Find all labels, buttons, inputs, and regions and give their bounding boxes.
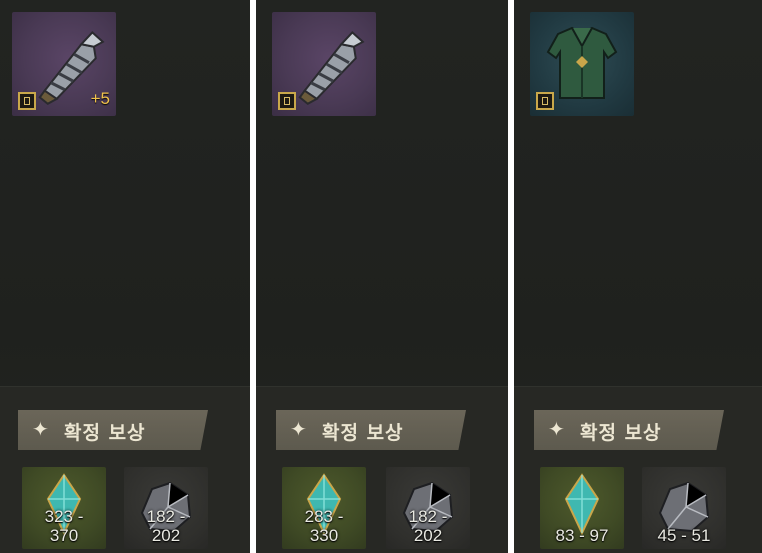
reward-slot-ore[interactable]: 182 - 202 xyxy=(124,467,208,549)
reward-quantity: 182 - 202 xyxy=(408,507,448,545)
reward-quantity: 182 - 202 xyxy=(146,507,186,545)
item-slot[interactable]: +5 xyxy=(12,12,116,116)
reward-slot-crystal[interactable]: 323 - 370 xyxy=(22,467,106,549)
reward-slot-ore[interactable]: 45 - 51 xyxy=(642,467,726,549)
item-slot[interactable] xyxy=(272,12,376,116)
guaranteed-reward-banner: ✦ 확정 보상 xyxy=(534,410,724,450)
star-icon: ✦ xyxy=(290,417,307,441)
reward-quantity: 323 - 370 xyxy=(44,507,84,545)
reward-slot-crystal[interactable]: 283 - 330 xyxy=(282,467,366,549)
tier-badge xyxy=(278,92,296,110)
reward-panel-3: ✦ 확정 보상 83 - 97 45 - 51 xyxy=(514,0,762,553)
tier-badge xyxy=(18,92,36,110)
reward-quantity: 283 - 330 xyxy=(304,507,344,545)
star-icon: ✦ xyxy=(548,417,565,441)
enhance-level: +5 xyxy=(90,89,110,108)
reward-panel-2: ✦ 확정 보상 283 - 330 182 - 202 xyxy=(256,0,508,553)
banner-label: 확정 보상 xyxy=(580,422,662,444)
reward-quantity: 45 - 51 xyxy=(657,526,711,545)
banner-label: 확정 보상 xyxy=(64,422,146,444)
item-slot[interactable] xyxy=(530,12,634,116)
reward-quantity: 83 - 97 xyxy=(555,526,609,545)
tier-badge xyxy=(536,92,554,110)
reward-slot-ore[interactable]: 182 - 202 xyxy=(386,467,470,549)
guaranteed-reward-banner: ✦ 확정 보상 xyxy=(18,410,208,450)
reward-panel-1: +5 ✦ 확정 보상 323 - 370 182 - 202 xyxy=(0,0,250,553)
reward-slot-crystal[interactable]: 83 - 97 xyxy=(540,467,624,549)
banner-label: 확정 보상 xyxy=(322,422,404,444)
guaranteed-reward-banner: ✦ 확정 보상 xyxy=(276,410,466,450)
star-icon: ✦ xyxy=(32,417,49,441)
